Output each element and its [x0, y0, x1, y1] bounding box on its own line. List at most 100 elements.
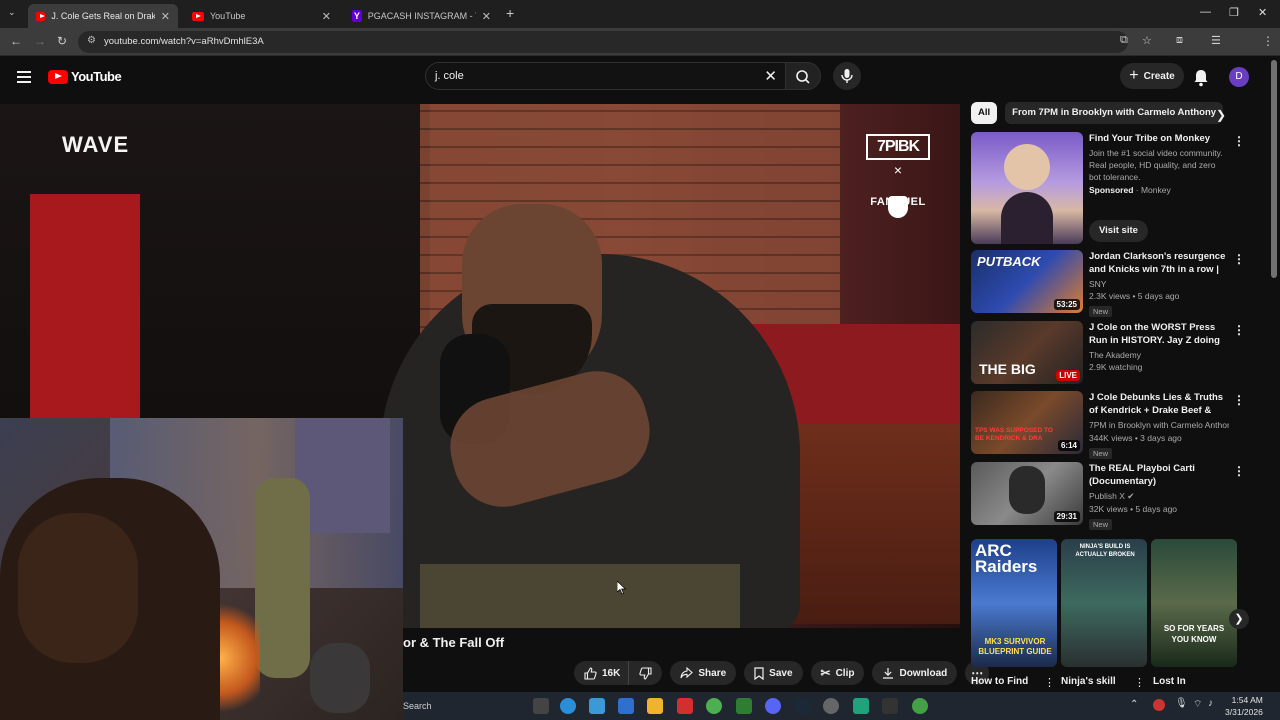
video-thumbnail[interactable]: 29:31 [971, 462, 1083, 525]
copilot-icon[interactable] [589, 698, 605, 714]
tab-1[interactable]: J. Cole Gets Real on Drake & Ke ✕ [28, 4, 178, 28]
save-button[interactable]: Save [744, 661, 803, 685]
tray-icon[interactable] [1153, 699, 1165, 711]
close-tab-icon[interactable]: ✕ [322, 10, 331, 23]
chevron-right-icon[interactable]: ❯ [1229, 609, 1249, 629]
wifi-icon[interactable]: ⌔ [1193, 698, 1202, 711]
system-clock[interactable]: 1:54 AM 3/31/2026 [1225, 694, 1263, 718]
browser-menu-icon[interactable]: ⋮ [1262, 34, 1274, 48]
more-vert-icon[interactable]: ⋮ [1233, 252, 1245, 266]
channel-name[interactable]: The Akademy [1089, 350, 1229, 360]
bookmark-star-icon[interactable]: ☆ [1142, 34, 1152, 47]
minimize-icon[interactable]: — [1200, 6, 1211, 18]
video-title[interactable]: Jordan Clarkson's resurgence and Knicks … [1089, 250, 1229, 276]
restore-icon[interactable]: ❐ [1229, 6, 1239, 19]
list-item[interactable]: PUTBACK 53:25 Jordan Clarkson's resurgen… [971, 250, 1245, 317]
chip-channel[interactable]: From 7PM in Brooklyn with Carmelo Anthon… [1005, 102, 1224, 124]
video-title[interactable]: The REAL Playboi Carti (Documentary) [1089, 462, 1229, 488]
list-item[interactable]: THE BIG LIVE J Cole on the WORST Press R… [971, 321, 1245, 385]
reload-icon[interactable]: ↻ [57, 34, 67, 48]
youtube-icon [192, 11, 204, 21]
channel-name[interactable]: 7PM in Brooklyn with Carmelo Anthony [1089, 420, 1229, 430]
chrome-icon[interactable] [706, 698, 722, 714]
more-vert-icon[interactable]: ⋮ [1044, 676, 1055, 689]
chevron-up-icon[interactable]: ⌃ [1130, 699, 1138, 710]
back-icon[interactable]: ← [10, 34, 22, 48]
tab-2[interactable]: YouTube ✕ [184, 4, 339, 28]
shelf-title[interactable]: How to Find [971, 676, 1028, 687]
account-avatar[interactable]: D [1229, 67, 1249, 87]
video-title[interactable]: J Cole Debunks Lies & Truths of Kendrick… [1089, 391, 1229, 417]
microphone-icon[interactable]: 🎙 [1175, 698, 1188, 709]
chevron-right-icon[interactable]: ❯ [1216, 108, 1226, 122]
forward-icon[interactable]: → [34, 34, 46, 48]
create-button[interactable]: + Create [1120, 63, 1184, 89]
install-app-icon[interactable]: ⧉ [1120, 34, 1128, 47]
search-input[interactable]: j. cole ✕ [425, 62, 785, 90]
video-thumbnail[interactable]: TPS WAS SUPPOSED TO BE KENDRICK & DRA 6:… [971, 391, 1083, 454]
ad-thumbnail[interactable] [971, 132, 1083, 244]
notifications-bell-icon[interactable] [1193, 69, 1209, 92]
more-vert-icon[interactable]: ⋮ [1134, 676, 1145, 689]
address-bar[interactable]: ⚙ youtube.com/watch?v=aRhvDmhlE3A [78, 31, 1128, 53]
channel-name[interactable]: Publish X [1089, 491, 1125, 501]
steam-icon[interactable] [794, 698, 810, 714]
tab-list-icon[interactable]: ⌄ [8, 7, 16, 18]
shelf-card[interactable]: NINJA'S BUILD IS ACTUALLY BROKEN [1061, 539, 1147, 667]
dislike-button[interactable] [629, 661, 663, 685]
channel-name[interactable]: SNY [1089, 279, 1229, 289]
taskbar-search[interactable]: Search [403, 697, 523, 715]
shelf-card[interactable]: SO FOR YEARS YOU KNOW [1151, 539, 1237, 667]
more-vert-icon[interactable]: ⋮ [1233, 323, 1245, 337]
more-vert-icon[interactable]: ⋮ [1233, 393, 1245, 407]
like-button[interactable]: 16K [574, 661, 630, 685]
edge-icon[interactable] [560, 698, 576, 714]
extensions-icon[interactable]: ⧈ [1176, 34, 1183, 47]
task-view-icon[interactable] [533, 698, 549, 714]
close-tab-icon[interactable]: ✕ [482, 10, 491, 23]
shelf-title[interactable]: Lost In [1153, 676, 1186, 687]
xbox-app-icon[interactable] [912, 698, 928, 714]
sponsored-label: Sponsored [1089, 185, 1134, 195]
site-info-icon[interactable]: ⚙ [87, 35, 96, 46]
list-item[interactable]: 29:31 The REAL Playboi Carti (Documentar… [971, 462, 1245, 530]
page-scrollbar[interactable] [1271, 60, 1277, 278]
file-explorer-icon[interactable] [647, 698, 663, 714]
clear-search-icon[interactable]: ✕ [764, 67, 777, 85]
app-icon[interactable] [853, 698, 869, 714]
chip-all[interactable]: All [971, 102, 998, 124]
video-title[interactable]: J Cole on the WORST Press Run in HISTORY… [1089, 321, 1229, 347]
create-label: Create [1143, 70, 1175, 82]
video-thumbnail[interactable]: THE BIG LIVE [971, 321, 1083, 384]
youtube-play-icon [48, 69, 68, 84]
list-item[interactable]: TPS WAS SUPPOSED TO BE KENDRICK & DRA 6:… [971, 391, 1245, 459]
ad-title[interactable]: Find Your Tribe on Monkey [1089, 132, 1229, 145]
hamburger-menu-icon[interactable] [17, 71, 31, 83]
volume-icon[interactable]: ♪ [1208, 698, 1213, 709]
more-vert-icon[interactable]: ⋮ [1233, 464, 1245, 478]
visit-site-button[interactable]: Visit site [1089, 220, 1148, 242]
new-tab-button[interactable]: + [506, 5, 514, 21]
video-thumbnail[interactable]: PUTBACK 53:25 [971, 250, 1083, 313]
shelf-sub-text: MK3 SURVIVOR BLUEPRINT GUIDE [978, 637, 1052, 656]
more-vert-icon[interactable]: ⋮ [1233, 134, 1245, 148]
app-icon[interactable] [618, 698, 634, 714]
app-icon[interactable] [677, 698, 693, 714]
sponsored-ad[interactable]: Find Your Tribe on Monkey Join the #1 so… [971, 132, 1245, 244]
youtube-logo[interactable]: YouTube [48, 69, 122, 84]
clip-button[interactable]: ✂ Clip [810, 661, 865, 685]
shelf-title[interactable]: Ninja's skill [1061, 676, 1116, 687]
app-icon[interactable] [823, 698, 839, 714]
search-button[interactable] [785, 62, 821, 90]
close-tab-icon[interactable]: ✕ [161, 10, 170, 23]
tab-3[interactable]: Y PGACASH INSTAGRAM - Yahoo ✕ [344, 4, 499, 28]
close-window-icon[interactable]: ✕ [1258, 6, 1267, 19]
download-button[interactable]: Download [872, 661, 958, 685]
shelf-card[interactable]: ARC Raiders MK3 SURVIVOR BLUEPRINT GUIDE [971, 539, 1057, 667]
app-icon[interactable] [882, 698, 898, 714]
share-button[interactable]: Share [670, 661, 737, 685]
xbox-icon[interactable] [736, 698, 752, 714]
voice-search-button[interactable] [833, 62, 861, 90]
discord-icon[interactable] [765, 698, 781, 714]
reading-list-icon[interactable]: ☰ [1211, 34, 1221, 47]
